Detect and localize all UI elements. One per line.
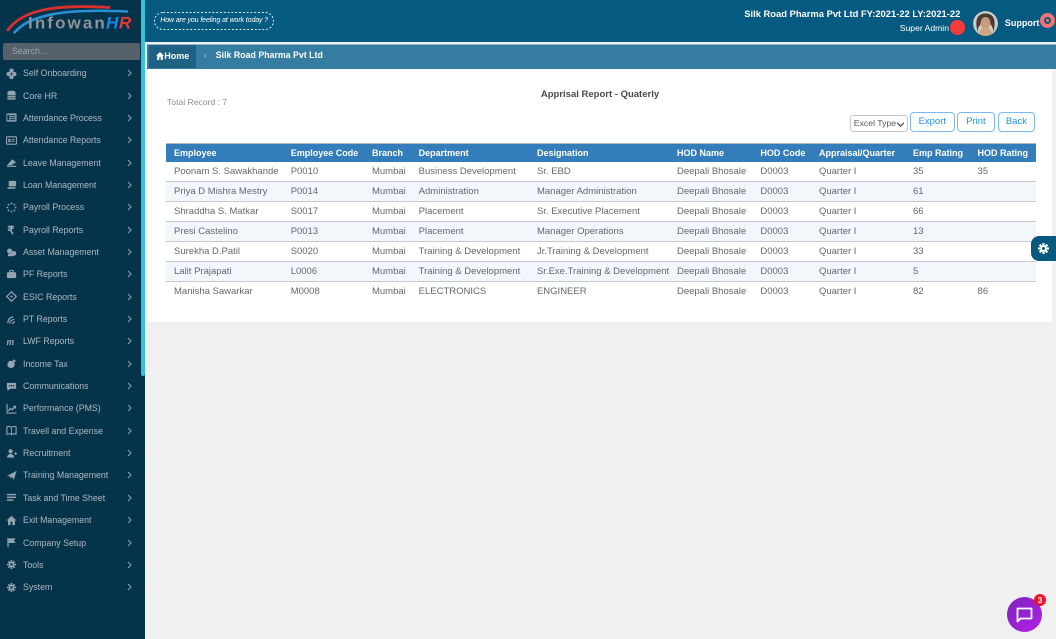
svg-text:H: H <box>106 14 119 33</box>
svg-text:Infowan: Infowan <box>28 14 107 33</box>
svg-text:R: R <box>119 14 132 33</box>
svg-text:m: m <box>6 337 14 347</box>
svg-text:₹: ₹ <box>7 225 14 235</box>
